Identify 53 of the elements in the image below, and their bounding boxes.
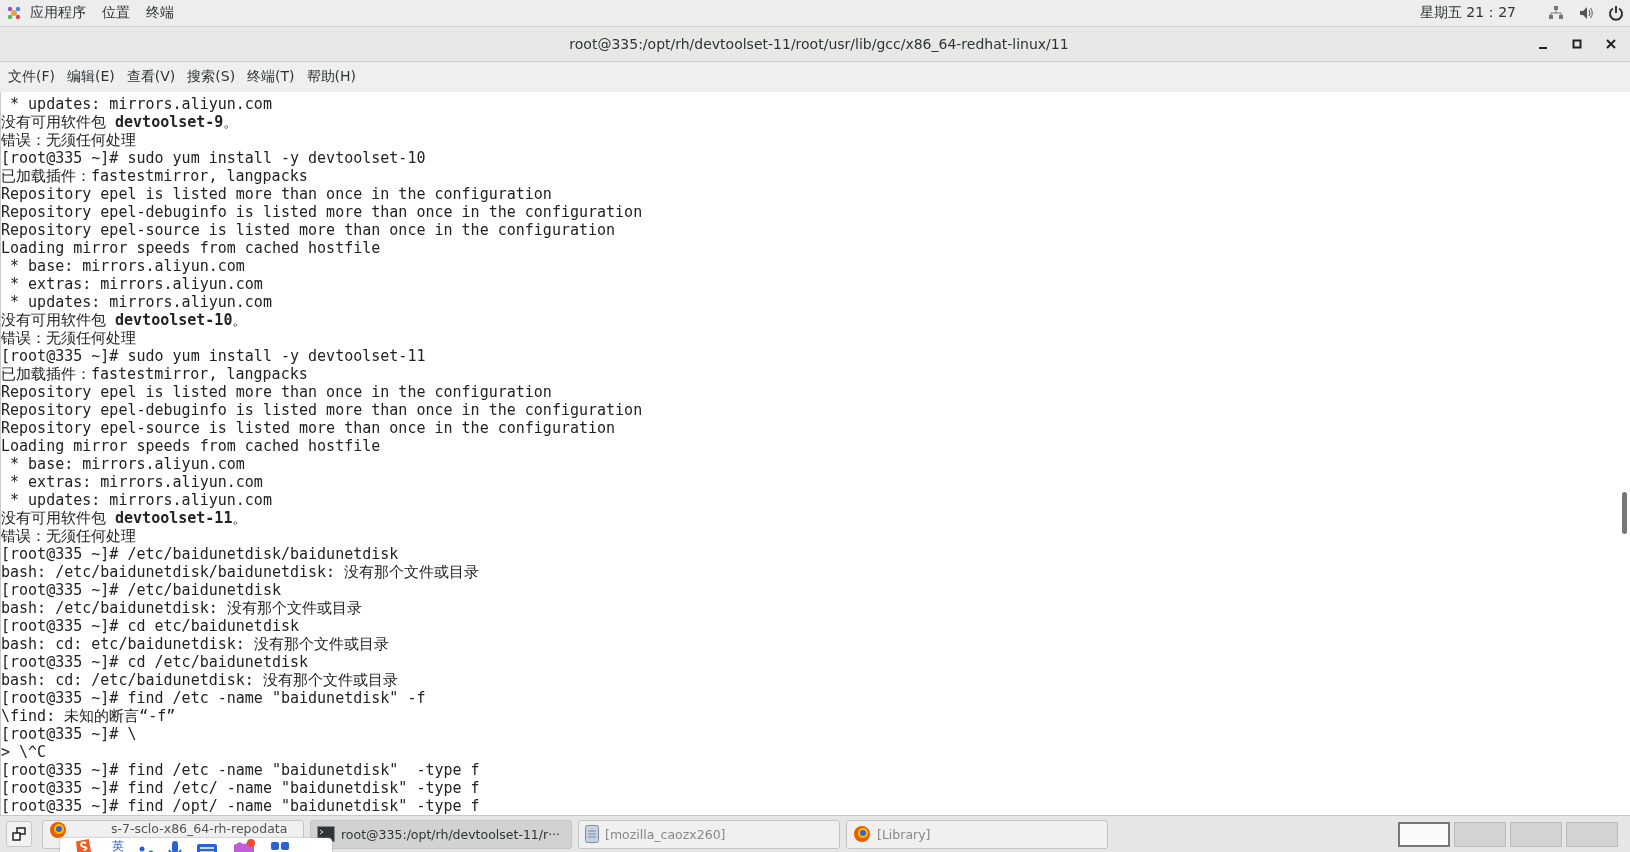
terminal-line: * base: mirrors.aliyun.com	[9, 455, 245, 473]
terminal-line: > \^C	[1, 743, 47, 761]
terminal-line: [root@335 ~]# \	[1, 725, 137, 743]
terminal-line: 错误：无须任何处理	[1, 329, 136, 347]
terminal-line: [root@335 ~]# sudo yum install -y devtoolset-10	[1, 149, 426, 167]
taskbar-task[interactable]: root@335:/opt/rh/devtoolset-11/r···	[310, 819, 572, 849]
menu-item[interactable]: 文件(F)	[4, 68, 63, 86]
terminal-line: [root@335 ~]# sudo yum install -y devtoolset-11	[1, 347, 426, 365]
menu-item[interactable]: 编辑(E)	[63, 68, 123, 86]
terminal-line: * updates: mirrors.aliyun.com	[9, 95, 272, 113]
terminal-line: * base: mirrors.aliyun.com	[9, 257, 245, 275]
terminal-line: Repository epel-debuginfo is listed more than once in the configuration	[1, 401, 643, 419]
terminal-line: [root@335 ~]# find /etc -name "baidunetdisk" -f	[1, 689, 426, 707]
terminal-line: bash: /etc/baidunetdisk/baidunetdisk: 没有那个文件或目录	[1, 563, 480, 581]
menu-item[interactable]: 查看(V)	[122, 68, 184, 86]
terminal-line: Loading mirror speeds from cached hostfile	[1, 239, 381, 257]
terminal-line: * updates: mirrors.aliyun.com	[9, 293, 272, 311]
top-menu[interactable]: 终端	[142, 4, 186, 22]
terminal-line: Repository epel is listed more than once in the configuration	[1, 185, 552, 203]
terminal-line: Repository epel-source is listed more than once in the configuration	[1, 419, 616, 437]
terminal-line: bash: cd: /etc/baidunetdisk: 没有那个文件或目录	[1, 671, 398, 689]
terminal-line: 已加载插件：fastestmirror, langpacks	[1, 365, 308, 383]
terminal-line: * extras: mirrors.aliyun.com	[9, 473, 263, 491]
terminal-line: 已加载插件：fastestmirror, langpacks	[1, 167, 308, 185]
terminal-line: bash: /etc/baidunetdisk: 没有那个文件或目录	[1, 599, 362, 617]
menu-item[interactable]: 搜索(S)	[183, 68, 244, 86]
terminal-line: [root@335 ~]# /etc/baidunetdisk	[1, 581, 281, 599]
terminal-line: 没有可用软件包 devtoolset-9。	[1, 113, 239, 131]
terminal-line: [root@335 ~]# find /opt/ -name "baidunetdisk" -type f	[1, 797, 480, 815]
terminal-line: * updates: mirrors.aliyun.com	[9, 491, 272, 509]
terminal-line: bash: cd: etc/baidunetdisk: 没有那个文件或目录	[1, 635, 389, 653]
terminal-line: Loading mirror speeds from cached hostfile	[1, 437, 381, 455]
terminal-line: 没有可用软件包 devtoolset-11。	[1, 509, 248, 527]
terminal-line: * extras: mirrors.aliyun.com	[9, 275, 263, 293]
terminal-line: [root@335 ~]# cd etc/baidunetdisk	[1, 617, 299, 635]
terminal-line: Repository epel-source is listed more than once in the configuration	[1, 221, 616, 239]
terminal-line: Repository epel-debuginfo is listed more than once in the configuration	[1, 203, 643, 221]
terminal-line: [root@335 ~]# cd /etc/baidunetdisk	[1, 653, 309, 671]
menu-item[interactable]: 终端(T)	[243, 68, 303, 86]
top-menu[interactable]: 应用程序	[26, 4, 98, 22]
terminal-line: Repository epel is listed more than once in the configuration	[1, 383, 552, 401]
terminal-line: 错误：无须任何处理	[1, 131, 136, 149]
top-menu[interactable]: 位置	[98, 4, 142, 22]
window-title: root@335:/opt/rh/devtoolset-11/root/usr/lib/gcc/x86_64-redhat-linux/11	[568, 36, 1070, 52]
menu-item[interactable]: 帮助(H)	[302, 68, 365, 86]
terminal-line: 没有可用软件包 devtoolset-10。	[1, 311, 248, 329]
input-mode-toggle[interactable]: 英	[112, 839, 124, 852]
terminal-line: \find: 未知的断言“-f”	[1, 707, 176, 725]
clock[interactable]: 星期五 21：27	[1419, 4, 1516, 22]
terminal-line: [root@335 ~]# /etc/baidunetdisk/baidunetdisk	[1, 545, 399, 563]
terminal-line: [root@335 ~]# find /etc -name "baidunetdisk" -type f	[1, 761, 480, 779]
terminal-line: [root@335 ~]# find /etc/ -name "baidunetdisk" -type f	[1, 779, 480, 797]
terminal-line: 错误：无须任何处理	[1, 527, 136, 545]
